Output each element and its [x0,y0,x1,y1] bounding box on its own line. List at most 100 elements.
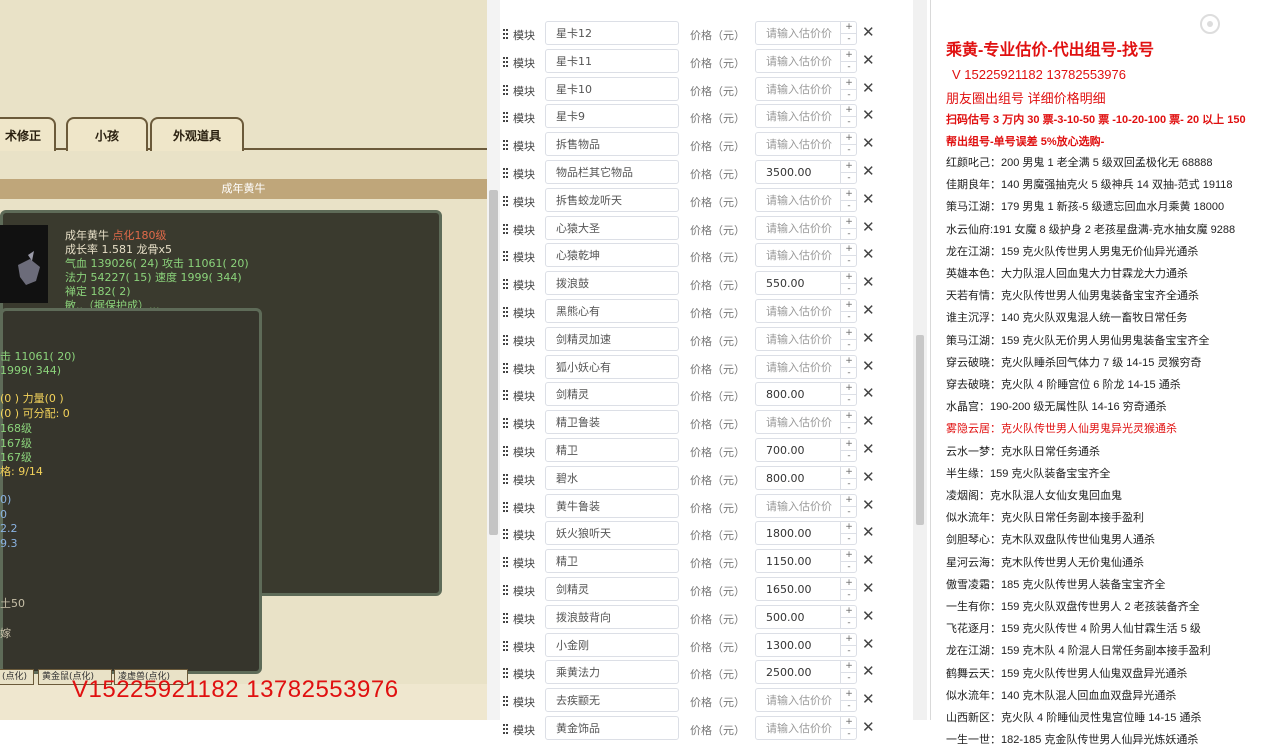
delete-row-icon[interactable]: ✕ [862,24,875,40]
tab-shu-xiuzheng[interactable]: 术修正 [0,117,56,151]
delete-row-icon[interactable]: ✕ [862,719,875,735]
price-stepper[interactable]: + - [840,466,857,490]
module-name-field[interactable]: 拨浪鼓背向 [545,604,679,629]
price-stepper[interactable]: + - [840,411,857,434]
price-stepper[interactable]: + - [840,244,857,267]
delete-row-icon[interactable]: ✕ [862,413,875,429]
increment-icon[interactable]: + [841,328,857,339]
increment-icon[interactable]: + [841,495,857,506]
decrement-icon[interactable]: - [841,616,857,629]
price-stepper[interactable]: + - [840,717,857,739]
drag-handle-icon[interactable] [503,362,508,375]
price-input[interactable]: 1150.00 + - [755,549,857,574]
decrement-icon[interactable]: - [841,450,857,462]
delete-row-icon[interactable]: ✕ [862,663,875,679]
module-name-field[interactable]: 拆售蛟龙听天 [545,187,679,212]
price-stepper[interactable]: + - [840,49,857,73]
module-name-field[interactable]: 黑熊心有 [545,299,679,323]
price-stepper[interactable]: + - [840,272,857,295]
module-name-field[interactable]: 碧水 [545,465,679,490]
price-stepper[interactable]: + - [840,522,857,545]
price-input[interactable]: 700.00 + - [755,438,857,462]
price-stepper[interactable]: + - [840,633,857,657]
price-input[interactable]: 请输入估价价 + - [755,104,857,129]
delete-row-icon[interactable]: ✕ [862,608,875,624]
module-name-field[interactable]: 星卡9 [545,104,679,129]
increment-icon[interactable]: + [841,383,857,394]
decrement-icon[interactable]: - [841,589,857,601]
tab-waiguan-daoju[interactable]: 外观道具 [150,117,244,151]
module-name-field[interactable]: 精卫 [545,549,679,574]
decrement-icon[interactable]: - [841,283,857,295]
drag-handle-icon[interactable] [503,473,508,486]
increment-icon[interactable]: + [841,272,857,283]
delete-row-icon[interactable]: ✕ [862,274,875,290]
price-input[interactable]: 请输入估价价 + - [755,354,857,379]
module-name-field[interactable]: 精卫 [545,438,679,462]
increment-icon[interactable]: + [841,356,857,367]
module-name-field[interactable]: 星卡11 [545,48,679,73]
drag-handle-icon[interactable] [503,307,508,319]
decrement-icon[interactable]: - [841,672,857,684]
module-name-field[interactable]: 剑精灵加速 [545,326,679,351]
increment-icon[interactable]: + [841,244,857,255]
price-stepper[interactable]: + - [840,105,857,128]
decrement-icon[interactable]: - [841,422,857,434]
decrement-icon[interactable]: - [841,366,857,379]
drag-handle-icon[interactable] [503,724,508,736]
increment-icon[interactable]: + [841,50,857,61]
delete-row-icon[interactable]: ✕ [862,358,875,374]
price-stepper[interactable]: + - [840,439,857,461]
delete-row-icon[interactable]: ✕ [862,636,875,652]
module-name-field[interactable]: 黄牛鲁装 [545,493,679,518]
increment-icon[interactable]: + [841,717,857,728]
delete-row-icon[interactable]: ✕ [862,163,875,179]
drag-handle-icon[interactable] [503,696,508,708]
price-stepper[interactable]: + - [840,661,857,684]
price-input[interactable]: 550.00 + - [755,271,857,296]
pet-tab-1[interactable]: (点化) [0,669,34,685]
price-input[interactable]: 请输入估价价 + - [755,410,857,435]
delete-row-icon[interactable]: ✕ [862,552,875,568]
drag-handle-icon[interactable] [503,112,508,124]
increment-icon[interactable]: + [841,467,857,478]
delete-row-icon[interactable]: ✕ [862,330,875,346]
module-name-field[interactable]: 妖火狼听天 [545,521,679,546]
price-stepper[interactable]: + - [840,188,857,211]
scrollbar-thumb[interactable] [916,335,924,525]
module-name-field[interactable]: 拆售物品 [545,132,679,157]
price-stepper[interactable]: + - [840,689,857,712]
increment-icon[interactable]: + [841,550,857,561]
drag-handle-icon[interactable] [503,29,508,41]
drag-handle-icon[interactable] [503,612,508,625]
price-input[interactable]: 请输入估价价 + - [755,76,857,101]
price-stepper[interactable]: + - [840,77,857,101]
increment-icon[interactable]: + [841,411,857,422]
decrement-icon[interactable]: - [841,644,857,657]
increment-icon[interactable]: + [841,22,857,33]
price-input[interactable]: 请输入估价价 + - [755,48,857,73]
price-stepper[interactable]: + - [840,161,857,183]
drag-handle-icon[interactable] [503,640,508,653]
delete-row-icon[interactable]: ✕ [862,107,875,123]
decrement-icon[interactable]: - [841,60,857,73]
increment-icon[interactable]: + [841,300,857,311]
delete-row-icon[interactable]: ✕ [862,580,875,596]
price-input[interactable]: 请输入估价价 + - [755,187,857,212]
price-input[interactable]: 1300.00 + - [755,632,857,657]
drag-handle-icon[interactable] [503,251,508,263]
decrement-icon[interactable]: - [841,533,857,545]
module-name-field[interactable]: 心猿乾坤 [545,243,679,268]
price-input[interactable]: 请输入估价价 + - [755,299,857,323]
increment-icon[interactable]: + [841,689,857,700]
price-input[interactable]: 请输入估价价 + - [755,215,857,240]
module-name-field[interactable]: 去疾颛无 [545,688,679,713]
price-stepper[interactable]: + - [840,383,857,406]
delete-row-icon[interactable]: ✕ [862,497,875,513]
decrement-icon[interactable]: - [841,311,857,323]
increment-icon[interactable]: + [841,634,857,645]
decrement-icon[interactable]: - [841,477,857,490]
decrement-icon[interactable]: - [841,88,857,101]
drag-handle-icon[interactable] [503,84,508,97]
increment-icon[interactable]: + [841,439,857,450]
